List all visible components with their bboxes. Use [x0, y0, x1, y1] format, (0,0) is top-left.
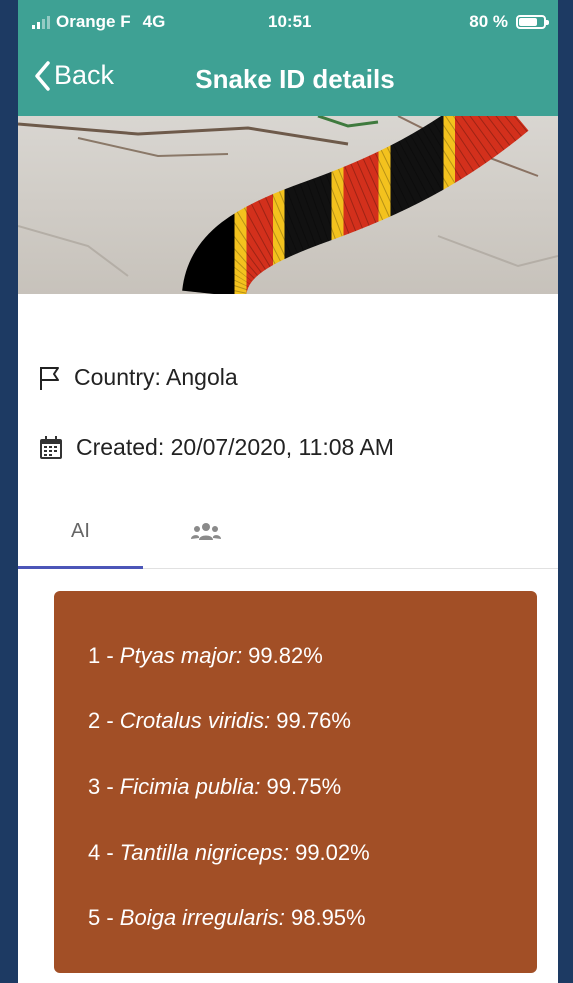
result-item: 2 - Crotalus viridis: 99.76% [88, 708, 351, 734]
result-species: Boiga irregularis: [119, 905, 285, 930]
result-species: Ficimia publia: [119, 774, 261, 799]
tab-bar: AI [18, 495, 558, 569]
result-rank: 4 - [88, 840, 120, 865]
result-score: 98.95% [284, 905, 366, 930]
country-row: Country: Angola [38, 364, 238, 391]
calendar-icon [40, 435, 62, 459]
tab-community[interactable] [143, 495, 268, 568]
page-title: Snake ID details [195, 64, 395, 94]
status-bar: Orange F 4G 10:51 80 % [18, 0, 558, 46]
network-type: 4G [142, 12, 166, 31]
result-score: 99.82% [242, 643, 323, 668]
result-rank: 2 - [88, 708, 120, 733]
result-item: 1 - Ptyas major: 99.82% [88, 643, 323, 669]
result-species: Crotalus viridis: [119, 708, 271, 733]
result-item: 4 - Tantilla nigriceps: 99.02% [88, 840, 370, 866]
created-row: Created: 20/07/2020, 11:08 AM [38, 434, 394, 461]
result-score: 99.76% [270, 708, 351, 733]
signal-icon [32, 15, 50, 29]
navigation-bar: Back Snake ID details [18, 46, 558, 116]
result-rank: 5 - [88, 905, 120, 930]
users-icon [190, 522, 221, 540]
tab-ai-label: AI [71, 520, 90, 542]
tab-ai[interactable]: AI [18, 495, 143, 569]
battery-icon [516, 15, 549, 29]
carrier-info: Orange F 4G [32, 12, 165, 32]
phone-screen: Orange F 4G 10:51 80 % Back Snake ID det… [18, 0, 558, 983]
result-rank: 1 - [88, 643, 120, 668]
battery-status: 80 % [469, 12, 549, 32]
result-item: 3 - Ficimia publia: 99.75% [88, 774, 341, 800]
country-text: Country: Angola [74, 364, 238, 390]
result-item: 5 - Boiga irregularis: 98.95% [88, 905, 366, 931]
snake-photo [18, 116, 558, 294]
active-tab-indicator [18, 566, 143, 569]
result-score: 99.02% [288, 840, 370, 865]
flag-icon [40, 366, 59, 390]
battery-percent: 80 % [469, 12, 508, 31]
result-species: Ptyas major: [119, 643, 243, 668]
ai-results-card: 1 - Ptyas major: 99.82% 2 - Crotalus vir… [54, 591, 537, 973]
status-time: 10:51 [268, 12, 312, 31]
created-text: Created: 20/07/2020, 11:08 AM [76, 434, 394, 460]
result-rank: 3 - [88, 774, 120, 799]
result-score: 99.75% [260, 774, 342, 799]
result-species: Tantilla nigriceps: [119, 840, 289, 865]
carrier-name: Orange F [56, 12, 131, 31]
